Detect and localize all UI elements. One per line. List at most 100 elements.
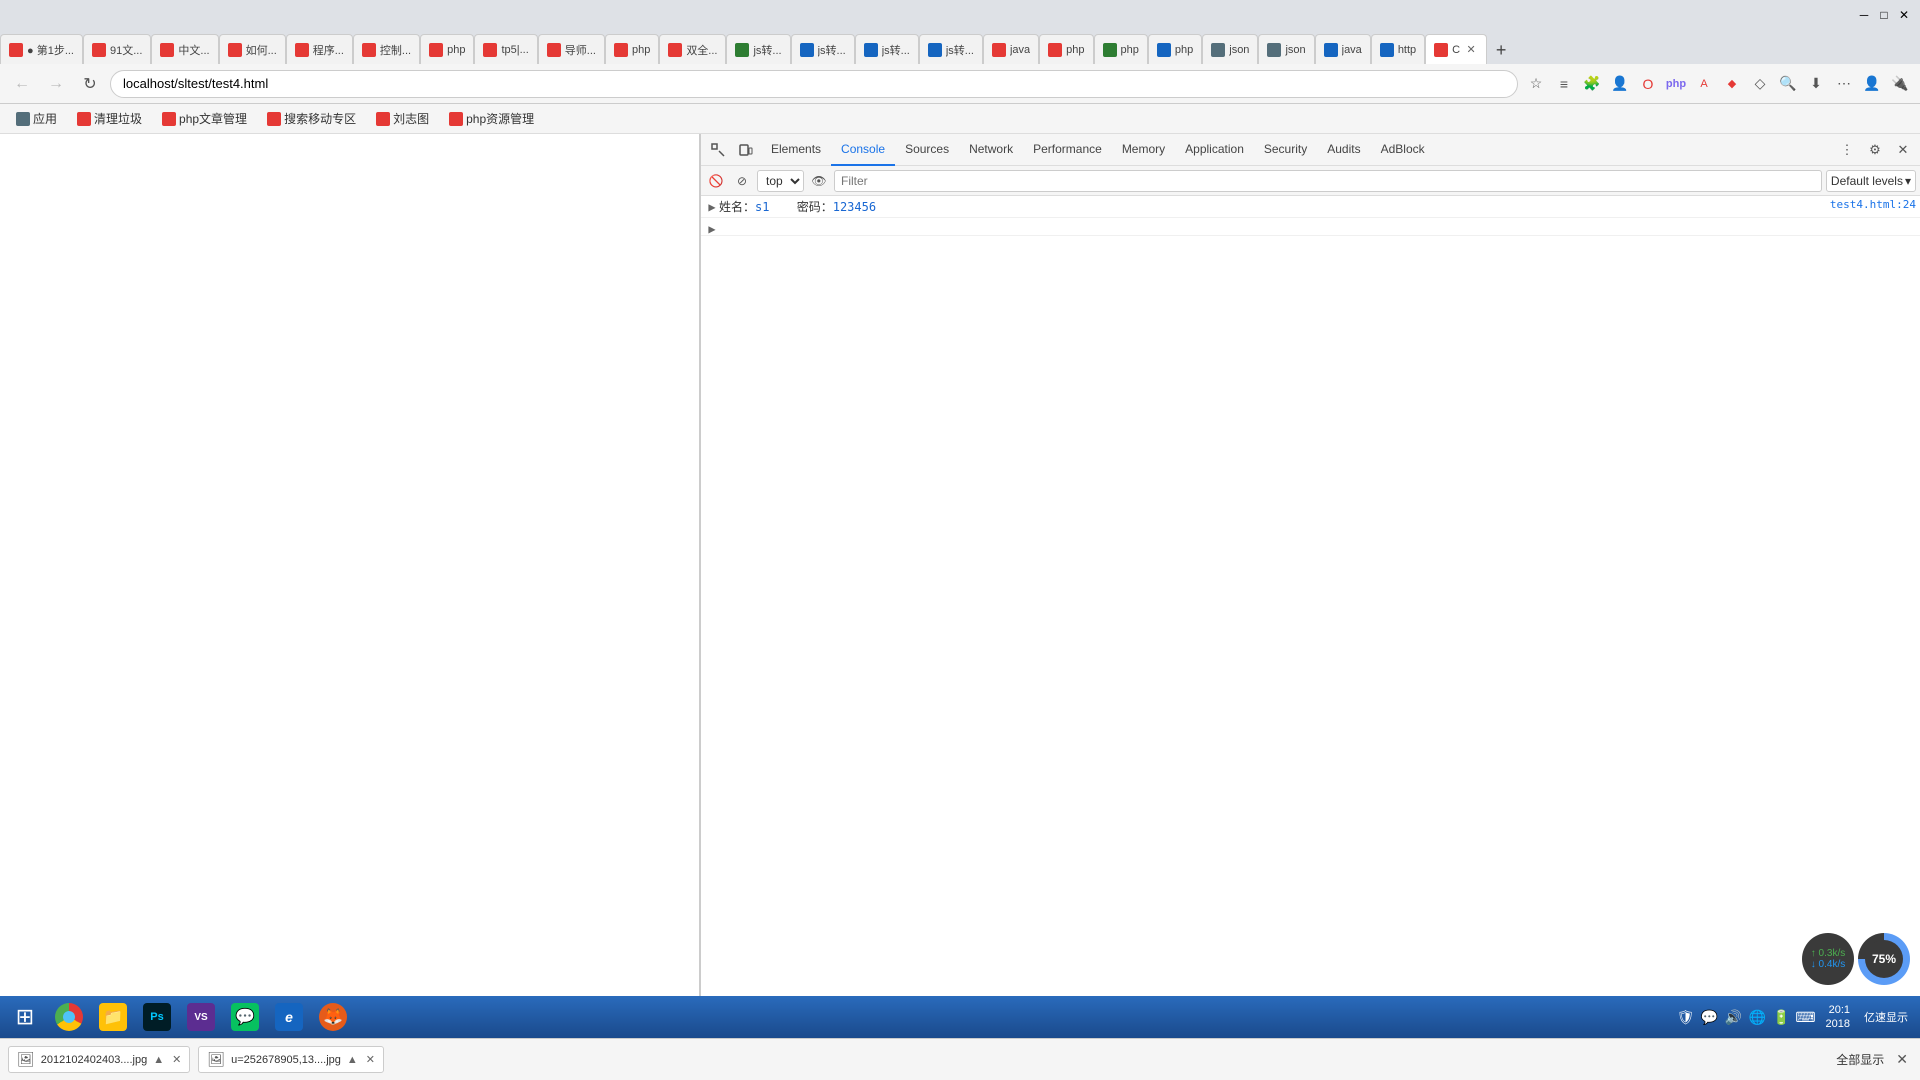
devtools-close-button[interactable]: ✕ xyxy=(1890,137,1916,163)
taskbar-ie[interactable]: e xyxy=(268,998,310,1036)
settings-button[interactable]: ⋯ xyxy=(1832,72,1856,96)
minimize-button[interactable]: ─ xyxy=(1856,7,1872,23)
download-arrow-icon-0[interactable]: ▲ xyxy=(153,1054,164,1066)
devtools-tab-application[interactable]: Application xyxy=(1175,134,1254,166)
bookmark-item-0[interactable]: 应用 xyxy=(8,107,65,130)
devtools-tab-sources[interactable]: Sources xyxy=(895,134,959,166)
taskbar-vs[interactable]: VS xyxy=(180,998,222,1036)
tray-network-icon[interactable]: 🌐 xyxy=(1748,1007,1768,1027)
tool1-button[interactable]: ◆ xyxy=(1720,72,1744,96)
devtools-tab-memory[interactable]: Memory xyxy=(1112,134,1175,166)
console-levels-selector[interactable]: Default levels ▾ xyxy=(1826,170,1916,192)
browser-tab-tab-18[interactable]: php xyxy=(1094,34,1148,64)
inspect-element-button[interactable] xyxy=(705,137,731,163)
close-window-button[interactable]: ✕ xyxy=(1896,7,1912,23)
extension2-button[interactable]: 🔌 xyxy=(1888,72,1912,96)
tray-keyboard-icon[interactable]: ⌨ xyxy=(1796,1007,1816,1027)
acrobat-button[interactable]: A xyxy=(1692,72,1716,96)
browser-tab-tab-8[interactable]: tp5|... xyxy=(474,34,537,64)
browser-tab-tab-19[interactable]: php xyxy=(1148,34,1202,64)
browser-tab-tab-23[interactable]: http xyxy=(1371,34,1425,64)
browser-tab-tab-20[interactable]: json xyxy=(1202,34,1258,64)
browser-tab-tab-2[interactable]: 91文... xyxy=(83,34,151,64)
taskbar-wechat[interactable]: 💬 xyxy=(224,998,266,1036)
browser-tab-tab-11[interactable]: 双全... xyxy=(659,34,726,64)
browser-tab-tab-24[interactable]: C✕ xyxy=(1425,34,1487,64)
cpu-usage-widget[interactable]: 75% xyxy=(1858,933,1910,985)
console-source-link[interactable]: test4.html:24 xyxy=(1830,198,1916,211)
back-button[interactable]: ← xyxy=(8,70,36,98)
yisu-widget[interactable]: 亿速显示 xyxy=(1860,1009,1912,1025)
download-button[interactable]: ⬇ xyxy=(1804,72,1828,96)
download-close-icon-1[interactable]: ✕ xyxy=(366,1053,375,1066)
bookmark-item-5[interactable]: php资源管理 xyxy=(441,107,542,130)
browser-tab-tab-7[interactable]: php xyxy=(420,34,474,64)
browser-tab-tab-3[interactable]: 中文... xyxy=(151,34,218,64)
browser-tab-tab-12[interactable]: js转... xyxy=(726,34,790,64)
bookmark-item-3[interactable]: 搜索移动专区 xyxy=(259,107,364,130)
devtools-settings-button[interactable]: ⚙ xyxy=(1862,137,1888,163)
tray-volume-icon[interactable]: 🔊 xyxy=(1724,1007,1744,1027)
devtools-tab-console[interactable]: Console xyxy=(831,134,895,166)
devtools-tab-performance[interactable]: Performance xyxy=(1023,134,1112,166)
tray-battery-icon[interactable]: 🔋 xyxy=(1772,1007,1792,1027)
taskbar-firefox[interactable]: 🦊 xyxy=(312,998,354,1036)
browser-tab-tab-9[interactable]: 导师... xyxy=(538,34,605,64)
php-icon[interactable]: php xyxy=(1664,72,1688,96)
system-clock[interactable]: 20:1 2018 xyxy=(1820,1001,1856,1034)
bookmark-item-4[interactable]: 刘志图 xyxy=(368,107,437,130)
console-eye-button[interactable]: 👁 xyxy=(808,170,830,192)
browser-tab-tab-5[interactable]: 程序... xyxy=(286,34,353,64)
download-close-icon-0[interactable]: ✕ xyxy=(172,1053,181,1066)
tray-chat-icon[interactable]: 💬 xyxy=(1700,1007,1720,1027)
tray-antivirus-icon[interactable]: 🛡 xyxy=(1676,1007,1696,1027)
browser-tab-tab-15[interactable]: js转... xyxy=(919,34,983,64)
device-toolbar-button[interactable] xyxy=(733,137,759,163)
devtools-tab-audits[interactable]: Audits xyxy=(1317,134,1370,166)
download-item-0[interactable]: 🖼 2012102402403....jpg ▲ ✕ xyxy=(8,1046,190,1073)
browser-tab-tab-22[interactable]: java xyxy=(1315,34,1371,64)
profile-button[interactable]: 👤 xyxy=(1608,72,1632,96)
devtools-tab-security[interactable]: Security xyxy=(1254,134,1317,166)
tool2-button[interactable]: ◇ xyxy=(1748,72,1772,96)
devtools-tab-network[interactable]: Network xyxy=(959,134,1023,166)
console-filter-input[interactable] xyxy=(834,170,1822,192)
reader-mode-button[interactable]: ≡ xyxy=(1552,72,1576,96)
bookmark-star-button[interactable]: ☆ xyxy=(1524,72,1548,96)
close-download-bar-button[interactable]: ✕ xyxy=(1892,1051,1912,1068)
address-input[interactable] xyxy=(110,70,1518,98)
console-clear-button[interactable]: 🚫 xyxy=(705,170,727,192)
taskbar-photoshop[interactable]: Ps xyxy=(136,998,178,1036)
opera-button[interactable]: O xyxy=(1636,72,1660,96)
devtools-tab-adblock[interactable]: AdBlock xyxy=(1371,134,1435,166)
browser-tab-tab-1[interactable]: ● 第1步... xyxy=(0,34,83,64)
browser-tab-tab-21[interactable]: json xyxy=(1258,34,1314,64)
console-filter-button[interactable]: ⊘ xyxy=(731,170,753,192)
person-button[interactable]: 👤 xyxy=(1860,72,1884,96)
taskbar-chrome[interactable] xyxy=(48,998,90,1036)
browser-tab-tab-6[interactable]: 控制... xyxy=(353,34,420,64)
expand-arrow-icon[interactable]: ▶ xyxy=(705,200,719,214)
devtools-more-button[interactable]: ⋮ xyxy=(1834,137,1860,163)
bookmark-item-2[interactable]: php文章管理 xyxy=(154,107,255,130)
browser-tab-tab-14[interactable]: js转... xyxy=(855,34,919,64)
browser-tab-tab-13[interactable]: js转... xyxy=(791,34,855,64)
maximize-button[interactable]: □ xyxy=(1876,7,1892,23)
context-selector[interactable]: top xyxy=(757,170,804,192)
tab-close-tab-24[interactable]: ✕ xyxy=(1464,43,1478,57)
forward-button[interactable]: → xyxy=(42,70,70,98)
download-arrow-icon-1[interactable]: ▲ xyxy=(347,1054,358,1066)
tool3-button[interactable]: 🔍 xyxy=(1776,72,1800,96)
expand-arrow-2-icon[interactable]: ▶ xyxy=(705,222,719,236)
extensions-button[interactable]: 🧩 xyxy=(1580,72,1604,96)
new-tab-button[interactable]: + xyxy=(1487,36,1515,64)
reload-button[interactable]: ↻ xyxy=(76,70,104,98)
browser-tab-tab-16[interactable]: java xyxy=(983,34,1039,64)
bookmark-item-1[interactable]: 清理垃圾 xyxy=(69,107,150,130)
browser-tab-tab-17[interactable]: php xyxy=(1039,34,1093,64)
devtools-tab-elements[interactable]: Elements xyxy=(761,134,831,166)
browser-tab-tab-4[interactable]: 如何... xyxy=(219,34,286,64)
start-button[interactable]: ⊞ xyxy=(4,998,46,1036)
taskbar-explorer[interactable]: 📁 xyxy=(92,998,134,1036)
download-item-1[interactable]: 🖼 u=252678905,13....jpg ▲ ✕ xyxy=(198,1046,384,1073)
